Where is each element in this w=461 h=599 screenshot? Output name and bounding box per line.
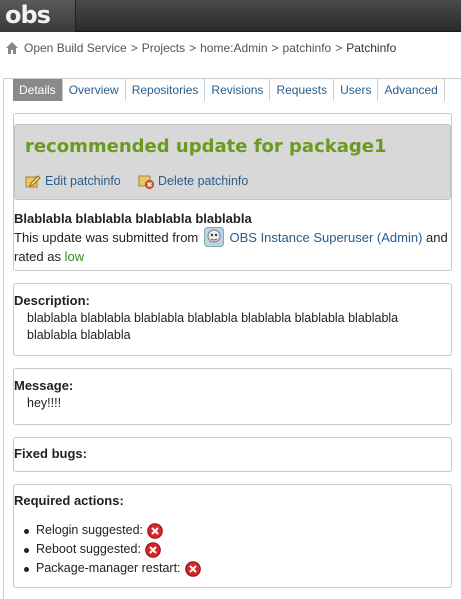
- tab-revisions[interactable]: Revisions: [205, 79, 271, 101]
- breadcrumb-separator: >: [271, 41, 279, 55]
- tab-details[interactable]: Details: [13, 79, 63, 101]
- tab-requests[interactable]: Requests: [270, 79, 335, 101]
- logo-link[interactable]: obs: [0, 0, 76, 32]
- submitted-prefix: This update was submitted from: [14, 230, 199, 245]
- edit-patchinfo-label: Edit patchinfo: [45, 174, 121, 188]
- tab-users[interactable]: Users: [334, 79, 379, 101]
- home-icon[interactable]: [5, 41, 19, 55]
- delete-patchinfo-label: Delete patchinfo: [158, 174, 249, 188]
- page-title: recommended update for package1: [25, 136, 387, 157]
- message-box: Message: hey!!!!: [13, 368, 452, 425]
- breadcrumb: Open Build Service > Projects > home:Adm…: [5, 40, 396, 56]
- error-icon: [184, 560, 201, 577]
- breadcrumb-home-admin[interactable]: home:Admin: [200, 41, 267, 55]
- breadcrumb-current: Patchinfo: [346, 41, 397, 55]
- rating-value: low: [64, 249, 85, 264]
- description-label: Description:: [14, 293, 90, 308]
- obs-logo: obs: [5, 1, 51, 29]
- list-item: Relogin suggested:: [24, 521, 201, 540]
- tab-advanced[interactable]: Advanced: [378, 79, 445, 101]
- description-line-2: blablabla blablabla: [27, 328, 131, 342]
- fixed-bugs-label: Fixed bugs:: [14, 446, 87, 461]
- action-label: Package-manager restart:: [36, 561, 181, 575]
- breadcrumb-patchinfo[interactable]: patchinfo: [283, 41, 332, 55]
- submission-info: This update was submitted from OBS Insta…: [14, 227, 450, 266]
- summary-title: Blablabla blablabla blablabla blablabla: [14, 211, 252, 226]
- tab-overview[interactable]: Overview: [62, 79, 126, 101]
- tab-bar: Details Overview Repositories Revisions …: [13, 79, 445, 101]
- list-item: Package-manager restart:: [24, 559, 201, 578]
- top-bar: obs: [0, 0, 461, 32]
- breadcrumb-separator: >: [335, 41, 343, 55]
- action-label: Reboot suggested:: [36, 542, 141, 556]
- fixed-bugs-box: Fixed bugs:: [13, 437, 452, 472]
- list-item: Reboot suggested:: [24, 540, 201, 559]
- error-icon: [147, 522, 163, 539]
- edit-icon: [25, 175, 41, 188]
- user-link[interactable]: OBS Instance Superuser (Admin): [230, 230, 423, 245]
- patchinfo-header: recommended update for package1 Edit pat…: [14, 124, 451, 200]
- description-box: Description: blablabla blablabla blablab…: [13, 283, 452, 356]
- breadcrumb-separator: >: [189, 41, 197, 55]
- breadcrumb-open-build-service[interactable]: Open Build Service: [24, 41, 127, 55]
- message-label: Message:: [14, 378, 74, 393]
- user-avatar: [203, 227, 224, 247]
- breadcrumb-projects[interactable]: Projects: [142, 41, 185, 55]
- rated-prefix: rated as: [14, 249, 61, 264]
- delete-icon: [138, 175, 154, 189]
- message-text: hey!!!!: [27, 396, 62, 410]
- edit-patchinfo-link[interactable]: Edit patchinfo: [25, 173, 121, 189]
- tab-repositories[interactable]: Repositories: [125, 79, 206, 101]
- action-label: Relogin suggested:: [36, 523, 144, 537]
- delete-patchinfo-link[interactable]: Delete patchinfo: [138, 173, 248, 189]
- required-actions-label: Required actions:: [14, 493, 124, 508]
- and-text: and: [426, 230, 448, 245]
- breadcrumb-separator: >: [130, 41, 138, 55]
- error-icon: [145, 541, 161, 558]
- required-actions-list: Relogin suggested: Reboot suggested: Pac…: [24, 521, 201, 578]
- description-line-1: blablabla blablabla blablabla blablabla …: [27, 311, 399, 325]
